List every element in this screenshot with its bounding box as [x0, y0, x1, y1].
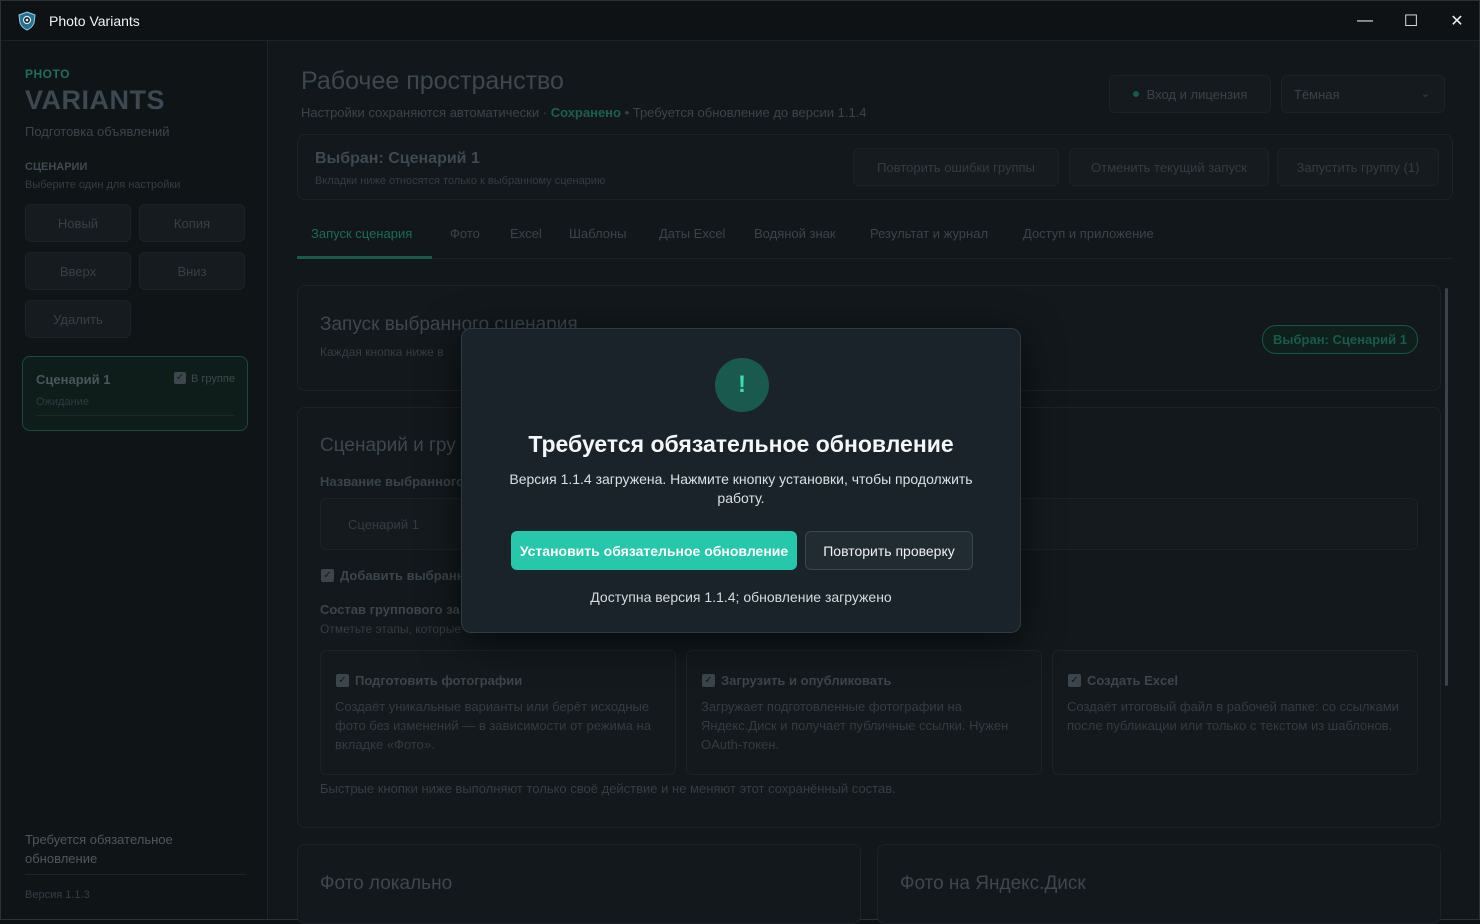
dialog-title: Требуется обязательное обновление — [528, 431, 954, 457]
app-window: Photo Variants — ☐ ✕ PHOTO VARIANTS Подг… — [0, 0, 1480, 924]
update-status: Доступна версия 1.1.4; обновление загруж… — [590, 589, 892, 605]
dialog-message: Версия 1.1.4 загружена. Нажмите кнопку у… — [509, 471, 973, 506]
retry-check-button[interactable]: Повторить проверку — [805, 531, 973, 570]
install-update-button[interactable]: Установить обязательное обновление — [511, 531, 797, 570]
warning-icon: ! — [715, 358, 769, 412]
update-dialog: ! Требуется обязательное обновление Верс… — [461, 328, 1021, 633]
